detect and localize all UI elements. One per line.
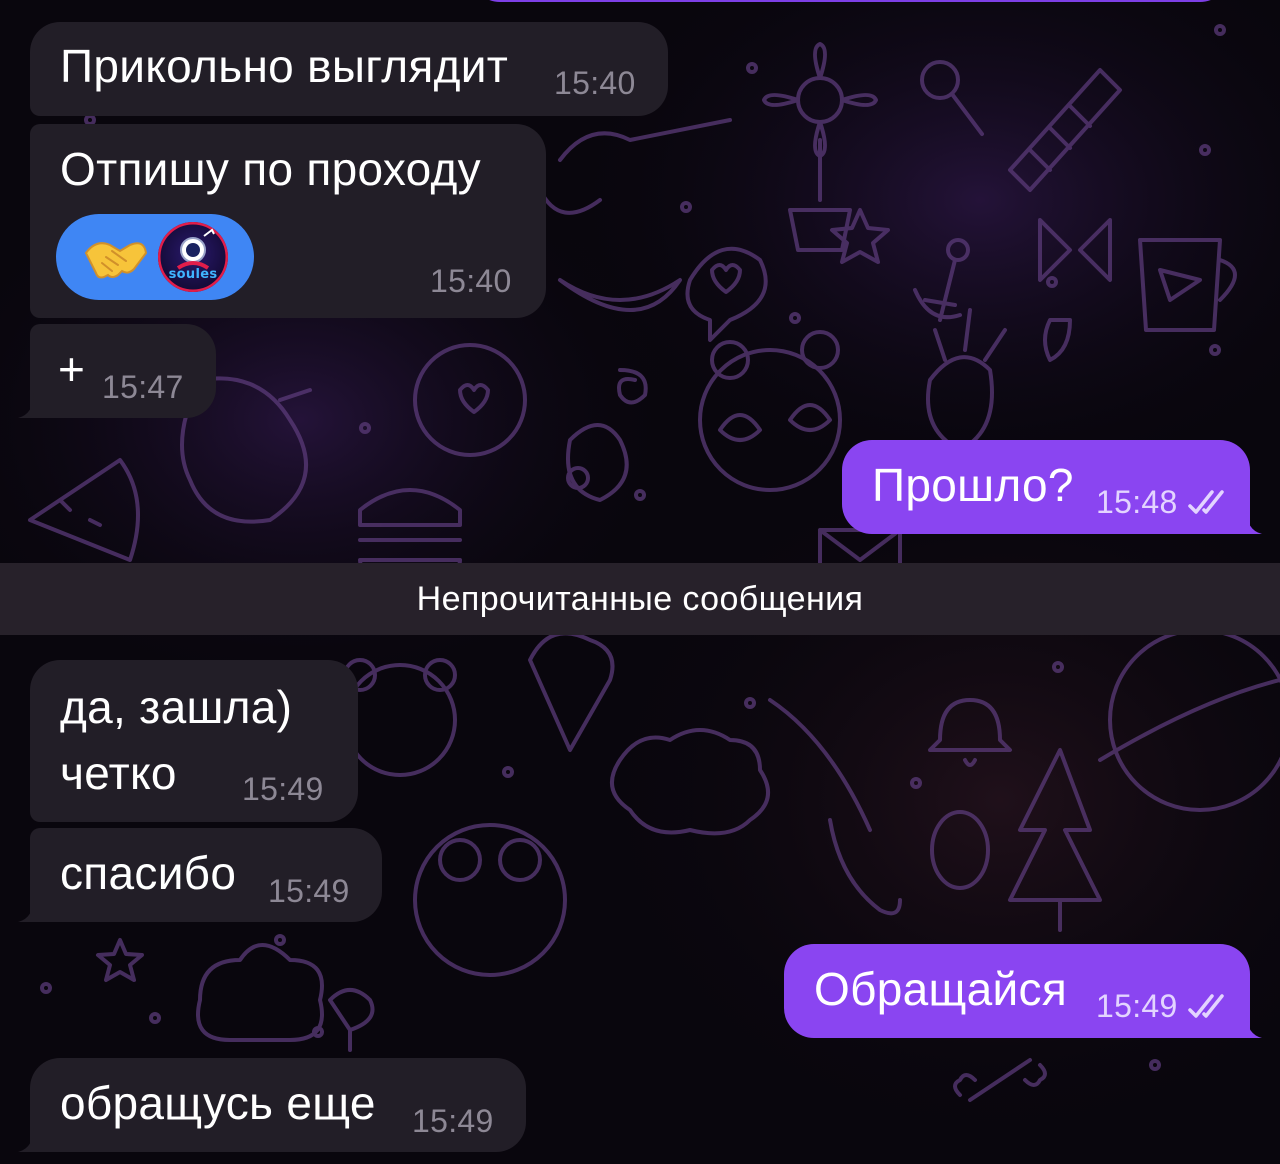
incoming-message[interactable]: спасибо 15:49 <box>30 828 382 922</box>
message-time: 15:49 <box>1096 988 1178 1024</box>
previous-outgoing-bubble-edge <box>470 0 1230 2</box>
handshake-icon <box>84 242 148 279</box>
incoming-message[interactable]: обращусь еще 15:49 <box>30 1058 526 1152</box>
incoming-message[interactable]: + 15:47 <box>30 324 216 418</box>
message-time: 15:40 <box>554 65 636 101</box>
outgoing-message[interactable]: Прошло? 15:48 <box>842 440 1250 534</box>
message-text: Прикольно выглядит <box>60 40 509 92</box>
bubble-tail <box>1236 1012 1262 1038</box>
outgoing-message[interactable]: Обращайся 15:49 <box>784 944 1250 1038</box>
message-text: Отпишу по проходу <box>60 143 481 195</box>
message-text: + <box>58 343 86 395</box>
message-text: Обращайся <box>814 963 1068 1015</box>
message-text: спасибо <box>60 847 237 899</box>
message-time: 15:47 <box>102 369 184 405</box>
incoming-message[interactable]: да, зашла) четко 15:49 <box>30 660 358 822</box>
avatar-label: soules <box>169 267 218 282</box>
bubble-tail <box>18 896 44 922</box>
message-text: Прошло? <box>872 459 1074 511</box>
reaction-pill[interactable]: soules <box>56 214 254 300</box>
message-time: 15:49 <box>242 771 324 807</box>
double-check-icon <box>1188 994 1224 1018</box>
message-time: 15:40 <box>430 263 512 299</box>
bubble-tail <box>18 1126 44 1152</box>
unread-messages-divider: Непрочитанные сообщения <box>0 563 1280 635</box>
incoming-message[interactable]: Прикольно выглядит 15:40 <box>30 22 668 116</box>
message-text: обращусь еще <box>60 1077 376 1129</box>
double-check-icon <box>1188 490 1224 514</box>
incoming-message[interactable]: Отпишу по проходу soules 15:40 <box>30 124 546 318</box>
reactor-avatar: soules <box>158 222 228 292</box>
message-time: 15:49 <box>268 873 350 909</box>
bubble-tail <box>18 392 44 418</box>
message-time: 15:49 <box>412 1103 494 1139</box>
message-text-line: да, зашла) <box>60 681 293 733</box>
message-text-line: четко <box>60 747 177 799</box>
message-time: 15:48 <box>1096 484 1178 520</box>
bubble-tail <box>1236 508 1262 534</box>
